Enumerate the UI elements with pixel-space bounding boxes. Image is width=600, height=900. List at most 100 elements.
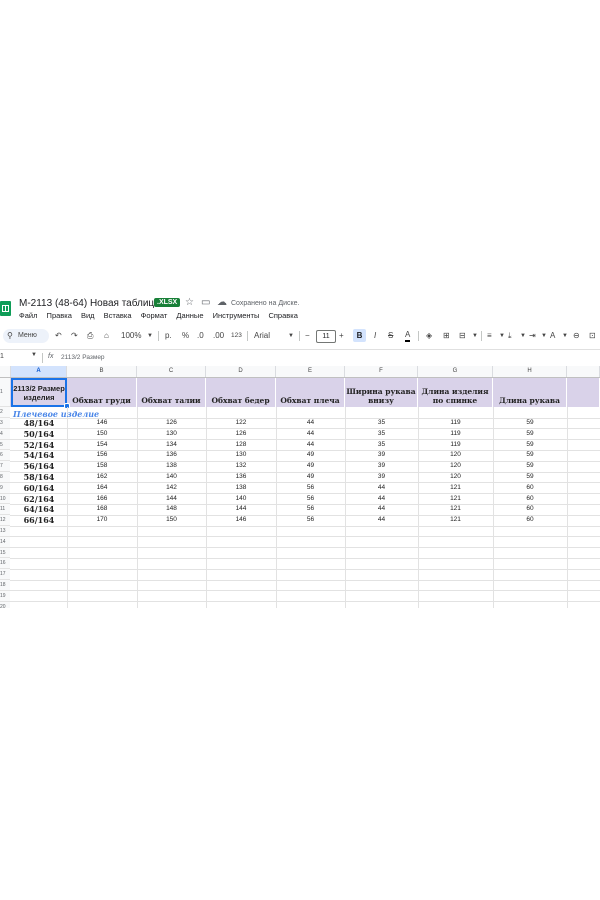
header-cell-sleeve-length[interactable]: Длина рукава — [493, 378, 567, 407]
menu-format[interactable]: Формат — [141, 311, 168, 320]
cell-back-length[interactable]: 119 — [418, 418, 493, 429]
menu-insert[interactable]: Вставка — [104, 311, 132, 320]
cell-back-length[interactable]: 120 — [418, 461, 493, 472]
cell-chest[interactable]: 164 — [67, 483, 137, 494]
font-size-increase-button[interactable]: + — [339, 330, 344, 342]
cell-sleeve-length[interactable]: 59 — [493, 461, 567, 472]
decrease-decimal-button[interactable]: .0 — [197, 330, 204, 342]
chevron-down-icon[interactable]: ▼ — [288, 330, 294, 342]
cell-sleeve-width[interactable]: 44 — [345, 483, 418, 494]
header-cell-empty[interactable] — [567, 378, 600, 407]
cell-hips[interactable]: 132 — [206, 461, 276, 472]
header-cell-hips[interactable]: Обхват бедер — [206, 378, 276, 407]
cell-hips[interactable]: 146 — [206, 515, 276, 526]
column-header-f[interactable]: F — [345, 366, 418, 377]
header-cell-sleeve-width[interactable]: Ширина рукава внизу — [345, 378, 418, 407]
cell-sleeve-length[interactable]: 59 — [493, 418, 567, 429]
cell-back-length[interactable]: 120 — [418, 472, 493, 483]
cell-hips[interactable]: 138 — [206, 483, 276, 494]
link-icon[interactable]: ⊖ — [573, 330, 580, 342]
chevron-down-icon[interactable]: ▼ — [520, 330, 526, 342]
row-header[interactable]: 11 — [0, 504, 10, 516]
formula-input[interactable]: 2113/2 Размер — [61, 354, 105, 361]
menu-file[interactable]: Файл — [19, 311, 37, 320]
cell-sleeve-width[interactable]: 44 — [345, 504, 418, 515]
cell-waist[interactable]: 150 — [137, 515, 206, 526]
header-cell-size[interactable]: 2113/2 Размер изделия — [11, 378, 67, 407]
horizontal-align-icon[interactable]: ≡ — [487, 330, 492, 342]
column-header-d[interactable]: D — [206, 366, 276, 377]
redo-icon[interactable]: ↷ — [71, 330, 78, 342]
cell-chest[interactable]: 166 — [67, 494, 137, 505]
cell-shoulder[interactable]: 56 — [276, 483, 345, 494]
menu-tools[interactable]: Инструменты — [213, 311, 260, 320]
cell-sleeve-width[interactable]: 39 — [345, 450, 418, 461]
column-header-b[interactable]: B — [67, 366, 137, 377]
zoom-select[interactable]: 100% — [121, 330, 141, 342]
cell-size[interactable]: 56/164 — [11, 461, 67, 472]
cell-shoulder[interactable]: 49 — [276, 461, 345, 472]
column-header-c[interactable]: C — [137, 366, 206, 377]
menu-view[interactable]: Вид — [81, 311, 95, 320]
cell-shoulder[interactable]: 44 — [276, 440, 345, 451]
cell-back-length[interactable]: 120 — [418, 450, 493, 461]
header-cell-waist[interactable]: Обхват талии — [137, 378, 206, 407]
vertical-align-icon[interactable]: ⤓ — [508, 330, 512, 342]
row-header[interactable]: 15 — [0, 547, 10, 559]
row-header[interactable]: 19 — [0, 590, 10, 602]
column-header-a[interactable]: A — [11, 366, 67, 377]
cell-shoulder[interactable]: 56 — [276, 504, 345, 515]
currency-format-button[interactable]: р. — [165, 330, 172, 342]
italic-icon[interactable]: I — [374, 330, 376, 342]
fill-color-icon[interactable]: ◈ — [426, 330, 432, 342]
cell-sleeve-width[interactable]: 44 — [345, 494, 418, 505]
cell-sleeve-length[interactable]: 59 — [493, 440, 567, 451]
cell-sleeve-length[interactable]: 60 — [493, 515, 567, 526]
cell-sleeve-width[interactable]: 39 — [345, 461, 418, 472]
cell-hips[interactable]: 140 — [206, 494, 276, 505]
cell-hips[interactable]: 144 — [206, 504, 276, 515]
comment-icon[interactable]: ⊡ — [589, 330, 596, 342]
cell-size[interactable]: 62/164 — [11, 494, 67, 505]
cloud-saved-icon[interactable]: ☁ — [217, 297, 227, 308]
star-icon[interactable]: ☆ — [185, 297, 194, 308]
cell-sleeve-width[interactable]: 35 — [345, 418, 418, 429]
cell-shoulder[interactable]: 49 — [276, 472, 345, 483]
cell-sleeve-width[interactable]: 44 — [345, 515, 418, 526]
chevron-down-icon[interactable]: ▼ — [499, 330, 505, 342]
cell-chest[interactable]: 150 — [67, 429, 137, 440]
row-header[interactable]: 2 — [0, 407, 10, 418]
chevron-down-icon[interactable]: ▼ — [562, 330, 568, 342]
column-header-i[interactable] — [567, 366, 600, 377]
folder-move-icon[interactable]: ▭ — [201, 297, 210, 308]
cell-sleeve-length[interactable]: 59 — [493, 450, 567, 461]
row-header[interactable]: 3 — [0, 418, 10, 429]
cell-chest[interactable]: 146 — [67, 418, 137, 429]
font-size-input[interactable]: 11 — [316, 330, 336, 343]
cell-back-length[interactable]: 119 — [418, 429, 493, 440]
row-header[interactable]: 12 — [0, 515, 10, 526]
cell-sleeve-length[interactable]: 60 — [493, 483, 567, 494]
row-header[interactable]: 14 — [0, 536, 10, 548]
header-cell-shoulder[interactable]: Обхват плеча — [276, 378, 345, 407]
header-cell-chest[interactable]: Обхват груди — [67, 378, 137, 407]
cell-back-length[interactable]: 119 — [418, 440, 493, 451]
cell-waist[interactable]: 140 — [137, 472, 206, 483]
cell-shoulder[interactable]: 56 — [276, 515, 345, 526]
cell-hips[interactable]: 126 — [206, 429, 276, 440]
menu-help[interactable]: Справка — [268, 311, 297, 320]
undo-icon[interactable]: ↶ — [55, 330, 62, 342]
strikethrough-icon[interactable]: S — [388, 330, 393, 342]
cell-sleeve-width[interactable]: 35 — [345, 429, 418, 440]
row-header[interactable]: 1 — [0, 378, 10, 407]
column-header-e[interactable]: E — [276, 366, 345, 377]
cell-chest[interactable]: 162 — [67, 472, 137, 483]
menu-edit[interactable]: Правка — [47, 311, 72, 320]
row-header[interactable]: 18 — [0, 580, 10, 591]
increase-decimal-button[interactable]: .00 — [213, 330, 224, 342]
cell-chest[interactable]: 170 — [67, 515, 137, 526]
font-select[interactable]: Arial — [254, 330, 270, 342]
chevron-down-icon[interactable]: ▼ — [541, 330, 547, 342]
cell-hips[interactable]: 122 — [206, 418, 276, 429]
select-all-corner[interactable] — [0, 366, 11, 377]
